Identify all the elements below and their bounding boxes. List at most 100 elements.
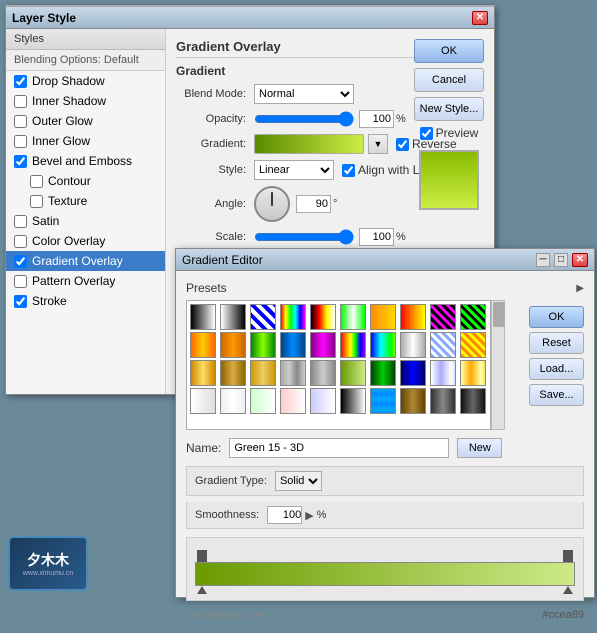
- preset-swatch-39[interactable]: [430, 388, 456, 414]
- style-select[interactable]: Linear: [254, 160, 334, 180]
- preset-swatch-30[interactable]: [460, 360, 486, 386]
- opacity-input[interactable]: [359, 110, 394, 128]
- cancel-button[interactable]: Cancel: [414, 68, 484, 92]
- angle-label: Angle:: [176, 198, 246, 210]
- logo-url: www.ximumu.cn: [23, 570, 74, 577]
- minimize-button[interactable]: ─: [536, 253, 550, 267]
- new-style-button[interactable]: New Style...: [414, 97, 484, 121]
- preset-swatch-26[interactable]: [340, 360, 366, 386]
- preset-swatch-28[interactable]: [400, 360, 426, 386]
- close-button[interactable]: ✕: [472, 11, 488, 25]
- preset-swatch-33[interactable]: [250, 388, 276, 414]
- sidebar-item-pattern-overlay[interactable]: Pattern Overlay: [6, 271, 165, 291]
- preset-swatch-35[interactable]: [310, 388, 336, 414]
- gradient-name-row: Name: New: [186, 438, 584, 458]
- preset-swatch-20[interactable]: [460, 332, 486, 358]
- preset-swatch-23[interactable]: [250, 360, 276, 386]
- preset-swatch-27[interactable]: [370, 360, 396, 386]
- preset-swatch-8[interactable]: [400, 304, 426, 330]
- gradient-stop-top-left[interactable]: [197, 550, 207, 562]
- preset-swatch-7[interactable]: [370, 304, 396, 330]
- gradient-new-button[interactable]: New: [457, 438, 502, 458]
- smoothness-input[interactable]: [267, 506, 302, 524]
- preset-swatch-17[interactable]: [370, 332, 396, 358]
- preset-swatch-24[interactable]: [280, 360, 306, 386]
- sidebar-item-drop-shadow[interactable]: Drop Shadow: [6, 71, 165, 91]
- preset-swatch-10[interactable]: [460, 304, 486, 330]
- opacity-slider[interactable]: [254, 111, 354, 127]
- preset-swatch-12[interactable]: [220, 332, 246, 358]
- preset-swatch-19[interactable]: [430, 332, 456, 358]
- gradient-stop-bottom-left[interactable]: [197, 586, 207, 594]
- gradient-ok-button[interactable]: OK: [529, 306, 584, 328]
- preset-swatch-14[interactable]: [280, 332, 306, 358]
- preset-swatch-5[interactable]: [310, 304, 336, 330]
- gradient-stop-top-right[interactable]: [563, 550, 573, 562]
- gradient-reset-button[interactable]: Reset: [529, 332, 584, 354]
- preset-swatch-11[interactable]: [190, 332, 216, 358]
- preset-swatch-9[interactable]: [430, 304, 456, 330]
- gradient-save-button[interactable]: Save...: [529, 384, 584, 406]
- angle-input[interactable]: [296, 195, 331, 213]
- window-title: Layer Style: [12, 11, 76, 25]
- preset-swatch-40[interactable]: [460, 388, 486, 414]
- gradient-editor-buttons: OK Reset Load... Save...: [529, 306, 584, 406]
- preset-swatch-18[interactable]: [400, 332, 426, 358]
- preset-swatch-38[interactable]: [400, 388, 426, 414]
- preset-swatch-2[interactable]: [220, 304, 246, 330]
- gradient-type-select[interactable]: Solid: [275, 471, 322, 491]
- preview-checkbox[interactable]: [420, 127, 433, 140]
- preset-swatch-37[interactable]: [370, 388, 396, 414]
- preset-swatch-4[interactable]: [280, 304, 306, 330]
- preset-swatch-25[interactable]: [310, 360, 336, 386]
- sidebar-item-contour[interactable]: Contour: [6, 171, 165, 191]
- blending-options-label: Blending Options: Default: [6, 50, 165, 71]
- preset-swatch-29[interactable]: [430, 360, 456, 386]
- sidebar-item-gradient-overlay[interactable]: Gradient Overlay: [6, 251, 165, 271]
- reverse-checkbox[interactable]: [396, 138, 409, 151]
- gradient-editor-window: Gradient Editor ─ □ ✕ Presets ▶: [175, 248, 595, 598]
- sidebar-item-stroke[interactable]: Stroke: [6, 291, 165, 311]
- align-layer-checkbox[interactable]: [342, 164, 355, 177]
- preset-swatch-34[interactable]: [280, 388, 306, 414]
- sidebar-item-texture[interactable]: Texture: [6, 191, 165, 211]
- preset-swatch-13[interactable]: [250, 332, 276, 358]
- gradient-bar[interactable]: [195, 562, 575, 586]
- presets-section: Presets ▶: [186, 281, 584, 430]
- smoothness-arrow[interactable]: ▶: [305, 509, 313, 522]
- preset-swatch-15[interactable]: [310, 332, 336, 358]
- blend-mode-select[interactable]: Normal: [254, 84, 354, 104]
- preset-swatch-1[interactable]: [190, 304, 216, 330]
- preset-swatch-21[interactable]: [190, 360, 216, 386]
- preview-label: Preview: [414, 126, 484, 140]
- presets-scrollbar[interactable]: [491, 300, 505, 430]
- preset-swatch-16[interactable]: [340, 332, 366, 358]
- gradient-stop-bottom-right[interactable]: [563, 586, 573, 594]
- scale-input[interactable]: [359, 228, 394, 246]
- preset-swatch-31[interactable]: [190, 388, 216, 414]
- sidebar-item-color-overlay[interactable]: Color Overlay: [6, 231, 165, 251]
- ok-button[interactable]: OK: [414, 39, 484, 63]
- preset-swatch-22[interactable]: [220, 360, 246, 386]
- scale-slider[interactable]: [254, 229, 354, 245]
- angle-control[interactable]: [254, 186, 290, 222]
- sidebar-item-inner-glow[interactable]: Inner Glow: [6, 131, 165, 151]
- preset-swatch-32[interactable]: [220, 388, 246, 414]
- preset-swatch-36[interactable]: [340, 388, 366, 414]
- sidebar-item-satin[interactable]: Satin: [6, 211, 165, 231]
- gradient-dropdown-button[interactable]: ▼: [368, 134, 388, 154]
- gradient-name-input[interactable]: [229, 438, 449, 458]
- gradient-editor-close[interactable]: ✕: [572, 253, 588, 267]
- gradient-load-button[interactable]: Load...: [529, 358, 584, 380]
- maximize-button[interactable]: □: [554, 253, 568, 267]
- presets-scrollbar-thumb[interactable]: [493, 302, 505, 327]
- preset-swatch-3[interactable]: [250, 304, 276, 330]
- preset-swatch-6[interactable]: [340, 304, 366, 330]
- sidebar-item-inner-shadow[interactable]: Inner Shadow: [6, 91, 165, 111]
- presets-expand-icon[interactable]: ▶: [576, 283, 584, 294]
- presets-grid: [187, 301, 490, 417]
- sidebar-item-bevel-emboss[interactable]: Bevel and Emboss: [6, 151, 165, 171]
- sidebar-item-outer-glow[interactable]: Outer Glow: [6, 111, 165, 131]
- opacity-unit: %: [396, 113, 406, 125]
- gradient-preview-bar[interactable]: [254, 134, 364, 154]
